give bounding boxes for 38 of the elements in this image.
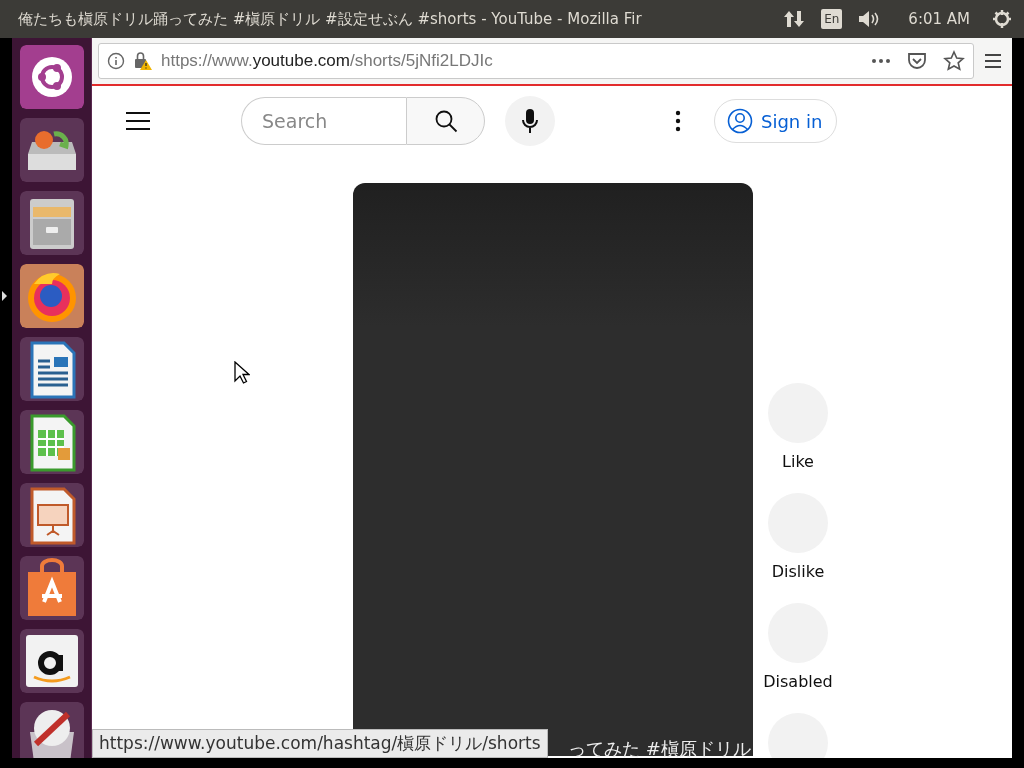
power-icon[interactable] [992, 9, 1012, 29]
window-title: 俺たちも槇原ドリル踊ってみた #槇原ドリル #設定せぶん #shorts - YouTube - Mozilla Fir [18, 8, 643, 30]
document-icon[interactable] [19, 337, 84, 401]
amazon-icon[interactable] [19, 629, 84, 693]
menu-icon[interactable] [984, 53, 1002, 69]
video-caption: ってみた #槇原ドリル [568, 737, 751, 758]
action-label: Like [782, 451, 814, 473]
search-button[interactable] [406, 97, 485, 145]
microphone-icon [522, 108, 538, 134]
more-options-icon[interactable] [675, 110, 681, 132]
drive-icon[interactable] [19, 118, 84, 182]
more-icon[interactable] [871, 58, 891, 64]
mouse-cursor-icon [234, 361, 250, 385]
info-icon[interactable] [107, 52, 125, 70]
software-updater-icon[interactable] [19, 702, 84, 758]
sign-in-button[interactable]: Sign in [714, 99, 838, 143]
status-url: https://www.youtube.com/hashtag/槇原ドリル/shorts [92, 728, 548, 758]
account-icon [727, 108, 753, 134]
pocket-icon[interactable] [907, 52, 927, 70]
network-icon[interactable] [783, 9, 806, 29]
presentation-icon[interactable] [19, 483, 84, 547]
insecure-lock-icon[interactable] [133, 51, 153, 71]
url-text: https://www.youtube.com/shorts/5jNfi2LDJIc [161, 50, 494, 73]
ubuntu-logo-icon[interactable] [19, 45, 84, 109]
clock[interactable]: 6:01 AM [908, 7, 970, 31]
bookmark-star-icon[interactable] [943, 50, 965, 72]
firefox-icon[interactable] [19, 264, 84, 328]
voice-search-button[interactable] [505, 96, 555, 146]
action-label: Disabled [763, 671, 833, 693]
shopping-bag-icon[interactable] [19, 556, 84, 620]
search-field[interactable]: Search [241, 97, 406, 145]
action-label: Dislike [771, 561, 825, 583]
address-bar[interactable]: https://www.youtube.com/shorts/5jNfi2LDJIc [98, 43, 974, 79]
file-cabinet-icon[interactable] [19, 191, 84, 255]
search-icon [433, 109, 458, 133]
keyboard-layout-indicator[interactable]: En [821, 9, 843, 29]
spreadsheet-icon[interactable] [19, 410, 84, 474]
menu-icon[interactable] [126, 112, 150, 130]
